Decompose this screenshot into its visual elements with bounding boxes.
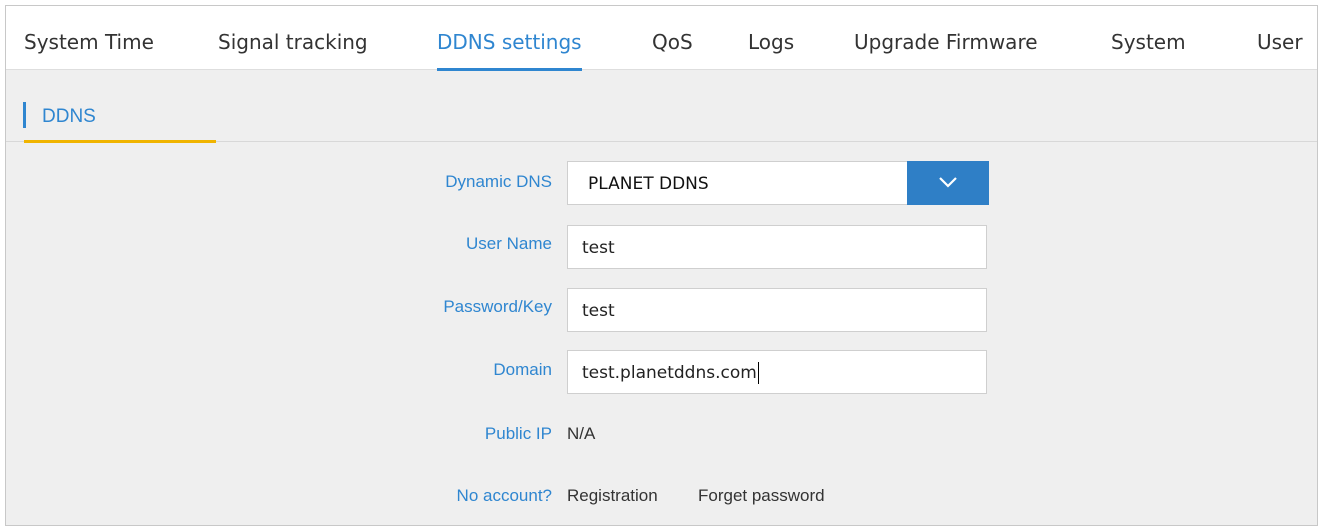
public-ip-value: N/A bbox=[567, 424, 596, 443]
tab-signal-tracking[interactable]: Signal tracking bbox=[218, 6, 368, 70]
section-header: DDNS bbox=[6, 70, 1317, 143]
tab-upgrade-firmware[interactable]: Upgrade Firmware bbox=[854, 6, 1038, 70]
tab-system-time[interactable]: System Time bbox=[24, 6, 154, 70]
domain-field[interactable]: test.planetddns.com bbox=[567, 350, 987, 394]
no-account-label: No account? bbox=[456, 486, 552, 505]
tab-qos[interactable]: QoS bbox=[652, 6, 693, 70]
dynamic-dns-select[interactable]: PLANET DDNS bbox=[567, 161, 907, 205]
dynamic-dns-dropdown-button[interactable] bbox=[907, 161, 989, 205]
password-key-label: Password/Key bbox=[443, 297, 552, 316]
section-marker bbox=[23, 102, 26, 128]
section-underline bbox=[24, 140, 216, 143]
domain-label: Domain bbox=[493, 360, 552, 379]
user-name-label: User Name bbox=[466, 234, 552, 253]
dynamic-dns-label: Dynamic DNS bbox=[445, 172, 552, 191]
domain-input-value: test.planetddns.com bbox=[582, 363, 757, 383]
public-ip-label: Public IP bbox=[484, 424, 552, 443]
tab-logs[interactable]: Logs bbox=[748, 6, 794, 70]
registration-link[interactable]: Registration bbox=[567, 486, 658, 506]
tab-user[interactable]: User bbox=[1257, 6, 1303, 70]
chevron-down-icon bbox=[939, 177, 957, 188]
section-title: DDNS bbox=[42, 106, 96, 127]
text-cursor bbox=[757, 362, 759, 384]
tab-ddns-settings[interactable]: DDNS settings bbox=[437, 6, 582, 71]
tab-system[interactable]: System bbox=[1111, 6, 1186, 70]
forget-password-link[interactable]: Forget password bbox=[698, 486, 825, 506]
user-name-input[interactable]: test bbox=[567, 225, 987, 269]
password-key-input[interactable]: test bbox=[567, 288, 987, 332]
ddns-settings-panel: System Time Signal tracking DDNS setting… bbox=[5, 5, 1318, 526]
top-navigation: System Time Signal tracking DDNS setting… bbox=[6, 6, 1317, 71]
